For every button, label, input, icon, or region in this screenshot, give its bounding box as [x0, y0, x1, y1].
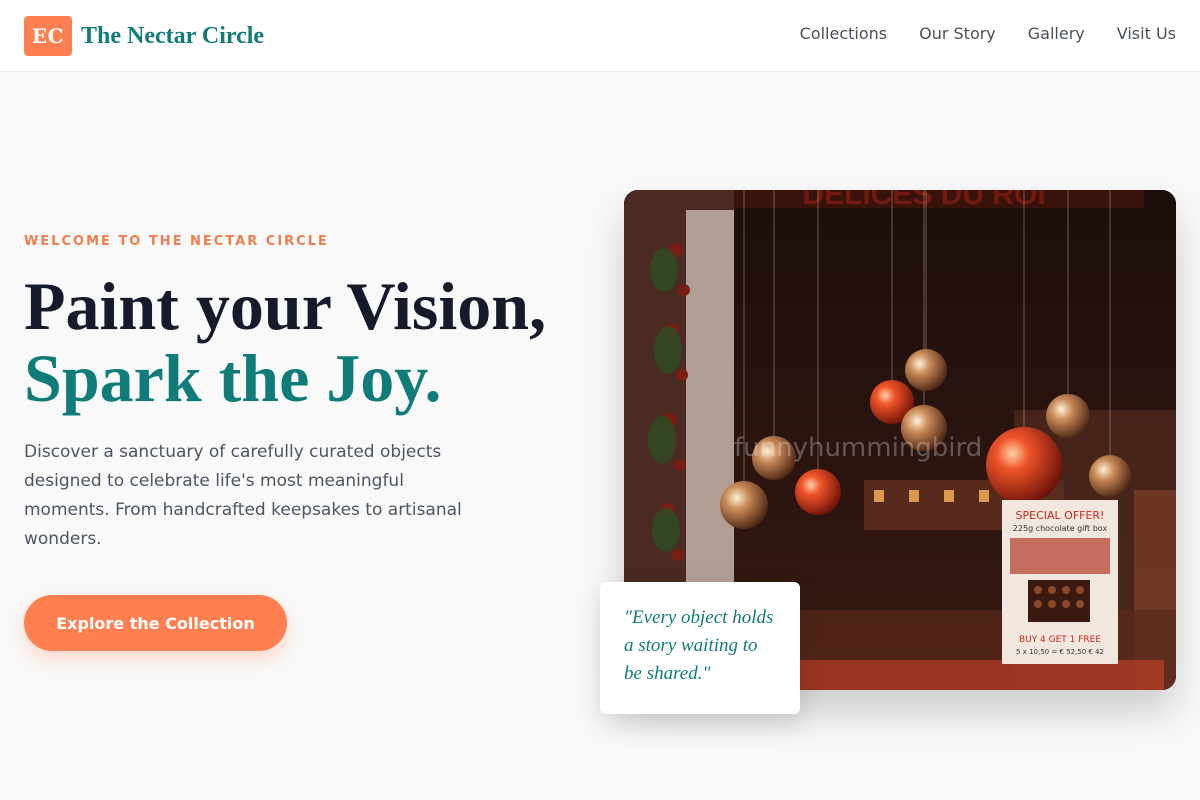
poster-title: SPECIAL OFFER! [1016, 509, 1105, 522]
site-header: EC The Nectar Circle Collections Our Sto… [0, 0, 1200, 72]
nav-our-story[interactable]: Our Story [919, 22, 996, 46]
hero-description: Discover a sanctuary of carefully curate… [24, 442, 462, 549]
poster-price: 5 x 10,50 = € 52,50 € 42 [1016, 648, 1104, 656]
poster-subtitle: 225g chocolate gift box [1013, 524, 1108, 533]
headline-line-1: Paint your Vision, [24, 268, 547, 344]
quote-card: "Every object holds a story waiting to b… [600, 582, 800, 714]
poster-deal: BUY 4 GET 1 FREE [1019, 635, 1101, 645]
hero-eyebrow: WELCOME TO THE NECTAR CIRCLE [24, 234, 329, 249]
special-offer-poster: SPECIAL OFFER! 225g chocolate gift box B… [1002, 500, 1118, 664]
main-nav: Collections Our Story Gallery Visit Us [800, 22, 1176, 46]
quote-text: "Every object holds a story waiting to b… [624, 607, 774, 684]
brand-name[interactable]: The Nectar Circle [81, 20, 264, 52]
headline-line-2: Spark the Joy. [24, 340, 442, 416]
logo-badge[interactable]: EC [24, 16, 72, 56]
hero-headline: Paint your Vision, Spark the Joy. [24, 270, 546, 414]
nav-gallery[interactable]: Gallery [1028, 22, 1085, 46]
explore-collection-button[interactable]: Explore the Collection [24, 595, 287, 651]
nav-visit-us[interactable]: Visit Us [1117, 22, 1176, 46]
nav-collections[interactable]: Collections [800, 22, 887, 46]
image-watermark: funnyhummingbird [734, 433, 982, 463]
